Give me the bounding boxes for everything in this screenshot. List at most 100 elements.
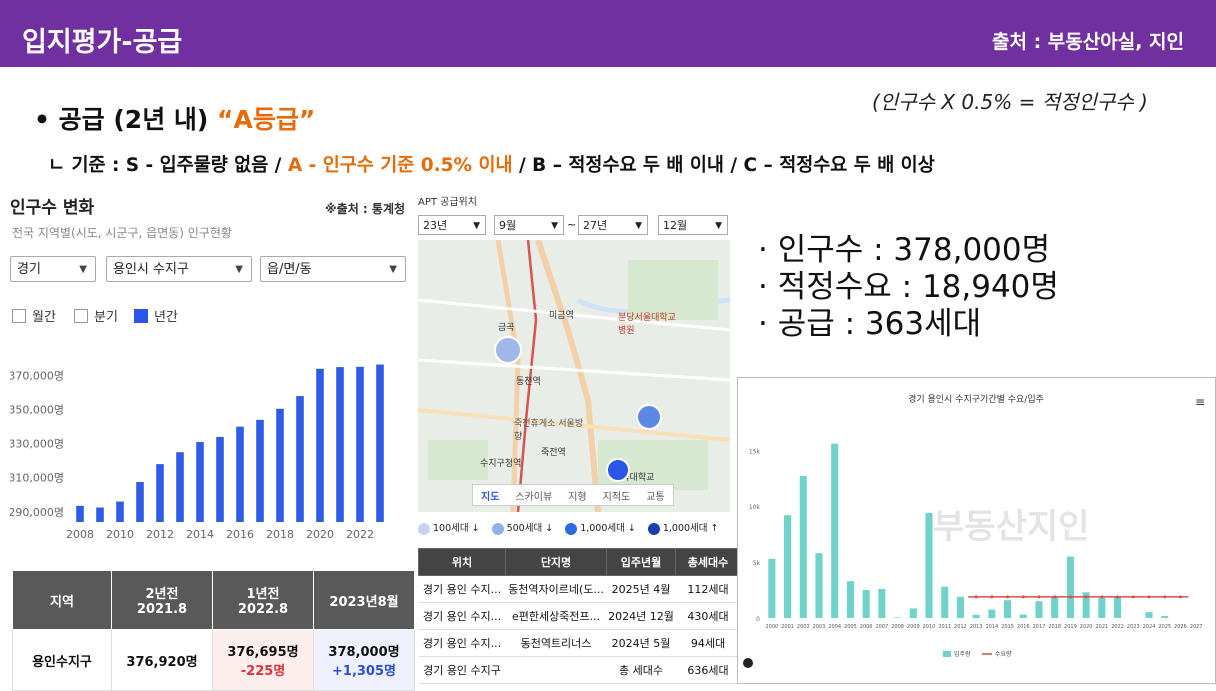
x-tick-label: 2022 bbox=[346, 528, 374, 541]
settings-icon bbox=[743, 658, 753, 668]
period-yearly[interactable]: 년간 bbox=[134, 306, 178, 325]
tab-map[interactable]: 지도 bbox=[473, 485, 507, 505]
sido-select[interactable]: 경기 ▼ bbox=[10, 256, 96, 282]
supply-bar bbox=[1051, 596, 1059, 618]
criteria-part2: A - 인구수 기준 0.5% 이내 bbox=[287, 155, 513, 176]
pin-icon bbox=[491, 522, 504, 535]
tab-cadastral[interactable]: 지적도 bbox=[595, 485, 639, 505]
map-legend: 100세대 ↓ 500세대 ↓ 1,000세대 ↓ 1,000세대 ↑ bbox=[418, 520, 719, 535]
supply-bar bbox=[956, 596, 964, 618]
x-tick-label: 2027 bbox=[1190, 624, 1203, 630]
cell-loc: 경기 용인 수지... bbox=[418, 575, 506, 603]
legend-500-label: 500세대 ↓ bbox=[506, 523, 554, 534]
col-location[interactable]: 위치 bbox=[418, 548, 506, 576]
x-tick-label: 2005 bbox=[844, 624, 857, 630]
cell-loc: 경기 용인 수지... bbox=[418, 602, 506, 630]
col-units[interactable]: 총세대수 bbox=[675, 548, 741, 576]
supply-bar bbox=[1004, 600, 1012, 618]
x-tick-label: 2016 bbox=[1017, 624, 1030, 630]
col-2023-label: 2023년8월 bbox=[329, 594, 399, 610]
demand-point bbox=[1100, 595, 1104, 599]
checkbox-quarterly[interactable] bbox=[74, 308, 88, 323]
start-year-value: 23년 bbox=[423, 219, 448, 232]
period-yearly-label: 년간 bbox=[154, 310, 178, 325]
table-row[interactable]: 경기 용인 수지... 동천역트리너스 2024년 5월 94세대 bbox=[418, 629, 741, 657]
col-2021-label: 2년전 bbox=[145, 587, 179, 602]
map-marker-icon[interactable] bbox=[494, 336, 522, 364]
cell-name: e편한세상죽전프... bbox=[505, 602, 607, 630]
cell-name bbox=[505, 656, 607, 684]
demand-point bbox=[1116, 595, 1120, 599]
apt-supply-table: 위치 단지명 입주년월 총세대수 경기 용인 수지... 동천역자이르네(도..… bbox=[418, 548, 741, 684]
chevron-down-icon: ▼ bbox=[79, 264, 87, 275]
tab-terrain[interactable]: 지형 bbox=[560, 485, 594, 505]
demand-point bbox=[990, 595, 994, 599]
col-2021-date: 2021.8 bbox=[136, 602, 188, 617]
start-month-select[interactable]: 9월 ▼ bbox=[494, 215, 564, 235]
value-2022: 376,695명 bbox=[227, 645, 299, 660]
cell-loc: 경기 용인 수지구 bbox=[418, 656, 506, 684]
population-bar bbox=[116, 501, 124, 522]
supply-bar bbox=[768, 558, 776, 618]
col-2022-date: 2022.8 bbox=[237, 602, 289, 617]
slide-title: 입지평가-공급 bbox=[22, 27, 183, 58]
y-tick-label: 350,000명 bbox=[10, 404, 64, 417]
legend-supply-swatch bbox=[943, 651, 951, 657]
x-tick-label: 2009 bbox=[907, 624, 920, 630]
supply-bar bbox=[1114, 596, 1122, 618]
x-tick-label: 2021 bbox=[1095, 624, 1108, 630]
apt-map[interactable]: 미금역 분당서울대학교병원 동천역 수지구청역 죽전휴게소 서울방향 죽전역 단… bbox=[418, 240, 730, 512]
table-row[interactable]: 경기 용인 수지... e편한세상죽전프... 2024년 12월 430세대 bbox=[418, 602, 741, 630]
start-year-select[interactable]: 23년 ▼ bbox=[418, 215, 486, 235]
supply-bar bbox=[1161, 616, 1169, 618]
y-tick-label: 370,000명 bbox=[10, 370, 64, 383]
supply-bar bbox=[784, 515, 792, 618]
chevron-down-icon: ▼ bbox=[389, 264, 397, 275]
cell-units: 94세대 bbox=[675, 629, 741, 657]
col-2023: 2023년8월 bbox=[313, 570, 415, 630]
demand-point bbox=[1147, 595, 1151, 599]
stat-supply: · 공급 : 363세대 bbox=[758, 306, 982, 342]
cell-loc: 경기 용인 수지... bbox=[418, 629, 506, 657]
table-row[interactable]: 경기 용인 수지... 동천역자이르네(도... 2025년 4월 112세대 bbox=[418, 575, 741, 603]
tab-skyview[interactable]: 스카이뷰 bbox=[507, 485, 560, 505]
map-place-rest: 죽전휴게소 서울방향 bbox=[514, 419, 584, 442]
period-monthly[interactable]: 월간 bbox=[12, 306, 56, 325]
x-tick-label: 2001 bbox=[781, 624, 794, 630]
population-title: 인구수 변화 bbox=[10, 198, 95, 218]
demand-point bbox=[974, 595, 978, 599]
legend-1000-down: 1,000세대 ↓ bbox=[565, 520, 636, 535]
population-subtitle: 전국 지역별(시도, 시군구, 읍면동) 인구현황 bbox=[12, 226, 232, 240]
supply-bar bbox=[1098, 597, 1106, 618]
x-tick-label: 2019 bbox=[1064, 624, 1077, 630]
end-year-select[interactable]: 27년 ▼ bbox=[578, 215, 648, 235]
map-marker-icon[interactable] bbox=[606, 458, 630, 482]
supply-chart-panel: 경기 용인시 수지구기간별 수요/입주 ≡ 부동산지인 15k 10k 5k 0 2000 20… bbox=[737, 377, 1216, 684]
sigungu-select[interactable]: 용인시 수지구 ▼ bbox=[106, 256, 252, 282]
legend-1000-down-label: 1,000세대 ↓ bbox=[580, 523, 636, 534]
tab-traffic[interactable]: 교통 bbox=[638, 485, 672, 505]
supply-bullet: • 공급 (2년 내) “A등급” bbox=[34, 100, 315, 136]
period-quarterly[interactable]: 분기 bbox=[74, 306, 118, 325]
supply-bar bbox=[988, 609, 996, 618]
population-bar bbox=[256, 419, 264, 522]
map-header: APT 공급위치 bbox=[418, 197, 477, 208]
bullet-prefix: • 공급 (2년 내) bbox=[34, 105, 218, 134]
y-tick-label: 10k bbox=[749, 504, 761, 511]
col-2022-label: 1년전 bbox=[246, 587, 280, 602]
population-bar bbox=[196, 442, 204, 522]
dong-select[interactable]: 읍/면/동 ▼ bbox=[260, 256, 406, 282]
criteria-part1: ㄴ 기준 : S - 입주물량 없음 / bbox=[48, 155, 288, 176]
supply-bar bbox=[972, 614, 980, 618]
checkbox-monthly[interactable] bbox=[12, 308, 26, 323]
end-month-select[interactable]: 12월 ▼ bbox=[658, 215, 728, 235]
population-bar bbox=[336, 367, 344, 522]
checkbox-yearly[interactable] bbox=[134, 308, 148, 323]
col-move-in[interactable]: 입주년월 bbox=[606, 548, 676, 576]
cell-name: 동천역자이르네(도... bbox=[505, 575, 607, 603]
y-tick-label: 310,000명 bbox=[10, 472, 64, 485]
col-complex[interactable]: 단지명 bbox=[505, 548, 607, 576]
grade-label: “A등급” bbox=[217, 105, 316, 134]
map-marker-icon[interactable] bbox=[636, 404, 662, 430]
supply-bar bbox=[1035, 601, 1043, 618]
